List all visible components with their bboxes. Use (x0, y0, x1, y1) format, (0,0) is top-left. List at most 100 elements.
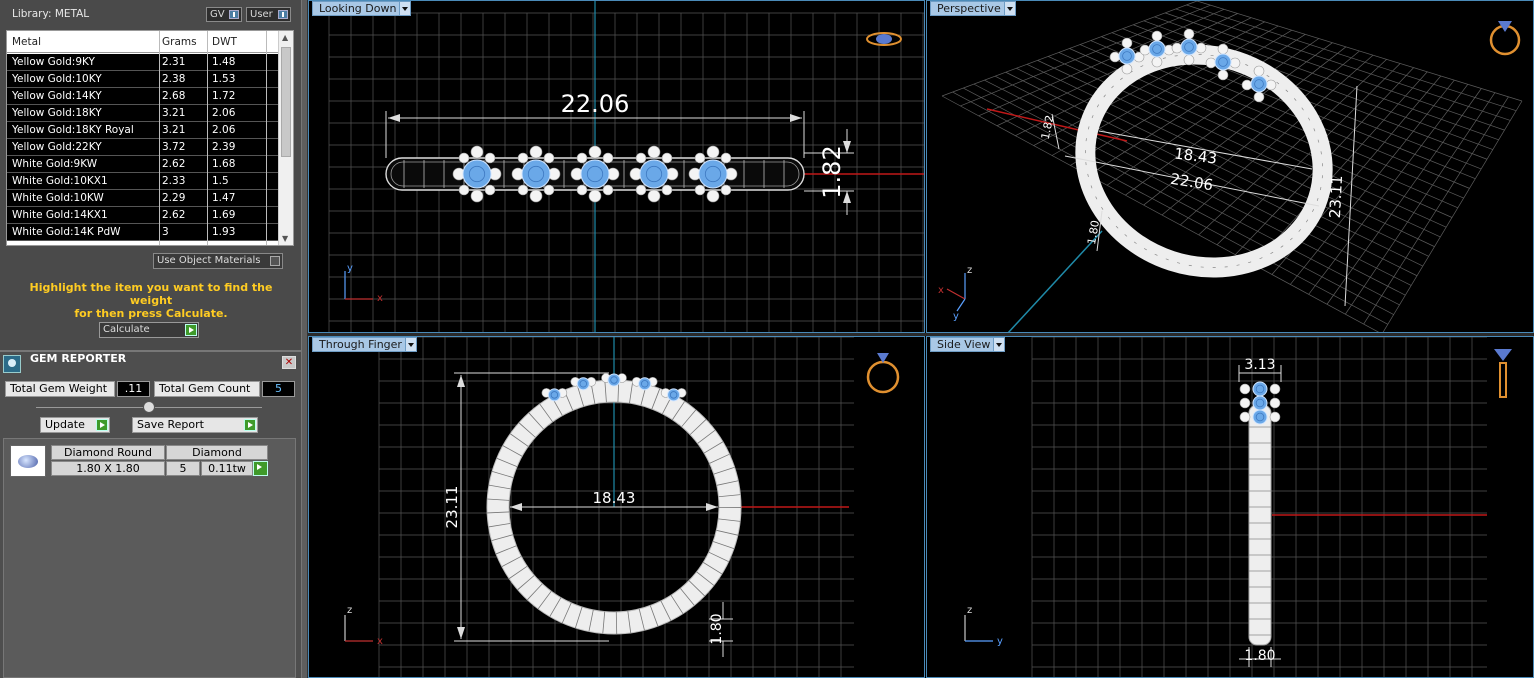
prong (1253, 65, 1265, 77)
prong (588, 145, 602, 159)
save-report-button[interactable]: Save Report (132, 417, 258, 433)
dropdown-arrow-icon (1003, 2, 1015, 15)
prong (720, 184, 732, 196)
prong (720, 152, 732, 164)
use-object-materials-checkbox[interactable]: Use Object Materials (153, 253, 283, 269)
metal-name: White Gold:14K PdW (12, 226, 121, 238)
viewport-looking-down[interactable]: Looking Down 22.06 1.82 y x (308, 0, 925, 333)
prong (1269, 397, 1281, 409)
viewport-label-through-finger[interactable]: Through Finger (312, 337, 417, 352)
viewport-through-finger[interactable]: Through Finger 18.43 23.11 1.80 z x (308, 336, 925, 678)
prong (1183, 28, 1195, 40)
gem-count: 5 (166, 461, 200, 476)
gv-toggle[interactable]: GV (206, 7, 242, 22)
gem-stone (667, 388, 681, 402)
panel-splitter[interactable] (301, 0, 308, 678)
total-gem-weight-value: .11 (117, 381, 150, 397)
prong (1171, 42, 1183, 54)
gem-stone (607, 373, 621, 387)
ring-icon (866, 32, 902, 46)
dim-inner: 18.43 (593, 489, 636, 507)
scroll-thumb[interactable] (281, 47, 291, 157)
metal-row[interactable]: Yellow Gold:22KY 3.72 2.39 (7, 139, 279, 156)
dim-width: 22.06 (561, 90, 630, 118)
prong (470, 145, 484, 159)
metal-row[interactable]: Yellow Gold:10KY 2.38 1.53 (7, 71, 279, 88)
gem-detail-button[interactable] (253, 461, 268, 476)
metal-dwt: 1.47 (212, 192, 236, 204)
gem-stone (521, 159, 551, 189)
metal-grams: 3.72 (162, 141, 186, 153)
gem-stone (1252, 381, 1268, 397)
scroll-up-icon[interactable]: ▲ (282, 33, 288, 42)
metal-dwt: 2.06 (212, 124, 236, 136)
update-button[interactable]: Update (40, 417, 110, 433)
prong (1205, 57, 1217, 69)
svg-text:y: y (347, 263, 353, 274)
metal-row[interactable]: White Gold:10KX1 2.33 1.5 (7, 173, 279, 190)
prong (517, 184, 529, 196)
user-toggle-indicator (278, 10, 288, 19)
left-panel: Library: METAL GV User Metal Grams DWT Y… (0, 0, 301, 678)
col-dwt[interactable]: DWT (212, 36, 237, 48)
axis-indicator: z y (964, 605, 1003, 647)
metal-row[interactable]: Yellow Gold:18KY Royal 3.21 2.06 (7, 122, 279, 139)
metal-row[interactable]: Yellow Gold:14KY 2.68 1.72 (7, 88, 279, 105)
prong (1229, 57, 1241, 69)
prong (1239, 397, 1251, 409)
dim-width: 22.06 (1169, 170, 1214, 194)
dropdown-arrow-icon (399, 2, 411, 15)
gv-toggle-indicator (229, 10, 239, 19)
gem-reporter-icon (3, 355, 21, 373)
gem-stone (1148, 40, 1166, 58)
gems (452, 145, 738, 203)
viewport-title: Perspective (937, 2, 1001, 15)
viewport-label-perspective[interactable]: Perspective (930, 1, 1016, 16)
prong (706, 189, 720, 203)
metal-row[interactable]: Yellow Gold:18KY 3.21 2.06 (7, 105, 279, 122)
gem-stone (1252, 395, 1268, 411)
prong (661, 184, 673, 196)
close-icon[interactable]: ✕ (282, 356, 296, 369)
metal-row[interactable]: White Gold:14KX1 2.62 1.69 (7, 207, 279, 224)
metal-table-scrollbar[interactable]: ▲ ▼ (278, 31, 293, 245)
metal-name: White Gold:10KX1 (12, 175, 108, 187)
metal-grams: 3 (162, 226, 169, 238)
dim-height: 23.11 (1326, 175, 1346, 219)
total-gem-weight-label: Total Gem Weight (5, 381, 115, 397)
metal-row[interactable]: White Gold:14K PdW 3 1.93 (7, 224, 279, 241)
dim-height: 1.82 (818, 145, 846, 198)
metal-table-header: Metal Grams DWT (7, 31, 279, 53)
metal-row[interactable]: White Gold:9KW 2.62 1.68 (7, 156, 279, 173)
metal-row[interactable]: White Gold:10KW 2.29 1.47 (7, 190, 279, 207)
viewport-side-view[interactable]: Side View 3.13 1.80 z y (926, 336, 1534, 678)
metal-dwt: 1.68 (212, 158, 236, 170)
splitter-handle[interactable] (143, 401, 155, 413)
col-grams[interactable]: Grams (162, 36, 197, 48)
metal-dwt: 2.06 (212, 107, 236, 119)
metal-dwt: 1.53 (212, 73, 236, 85)
gem-size: 1.80 X 1.80 (51, 461, 165, 476)
prong (484, 152, 496, 164)
gem-stone (462, 159, 492, 189)
gem-reporter-title: GEM REPORTER (30, 352, 127, 365)
metal-row[interactable]: Yellow Gold:9KY 2.31 1.48 (7, 54, 279, 71)
scroll-down-icon[interactable]: ▼ (282, 234, 288, 243)
gem-stone (547, 388, 561, 402)
use-object-materials-label: Use Object Materials (157, 255, 261, 266)
metal-name: White Gold:10KW (12, 192, 104, 204)
col-metal[interactable]: Metal (12, 36, 41, 48)
prong (1109, 51, 1121, 63)
play-icon (96, 419, 108, 431)
ring-icon (866, 353, 900, 394)
dim-band: 1.80 (1085, 219, 1102, 245)
viewport-label-side-view[interactable]: Side View (930, 337, 1006, 352)
viewport-perspective[interactable]: Perspective 18.43 22.06 23.11 1.82 1.80 … (926, 0, 1534, 333)
svg-text:x: x (938, 285, 944, 296)
viewport-label-looking-down[interactable]: Looking Down (312, 1, 412, 16)
user-toggle[interactable]: User (246, 7, 291, 22)
prong (1183, 54, 1195, 66)
save-report-label: Save Report (137, 418, 204, 431)
metal-grams: 2.31 (162, 56, 186, 68)
calculate-button[interactable]: Calculate (99, 322, 199, 338)
